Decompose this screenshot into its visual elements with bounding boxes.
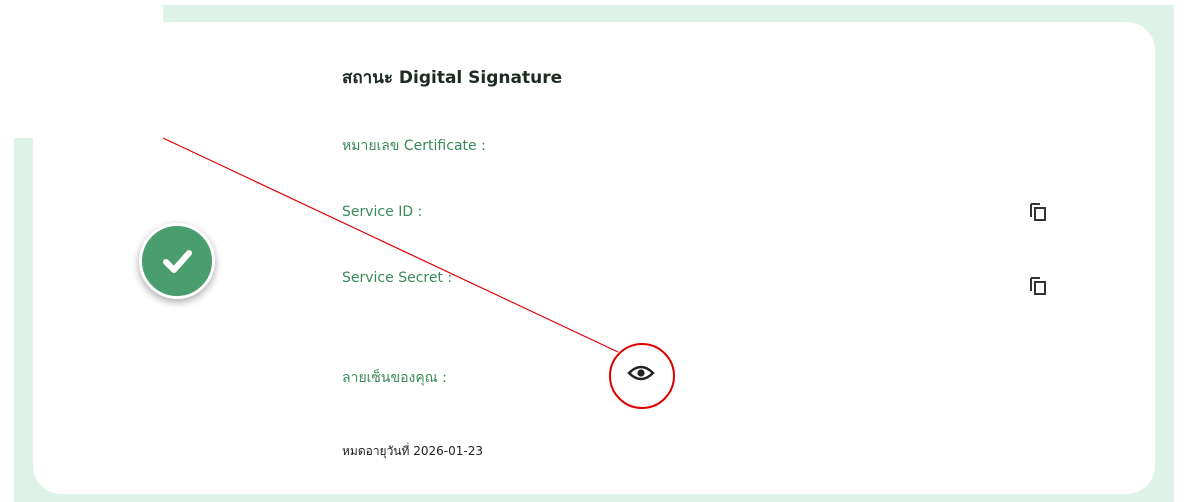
signature-label: ลายเซ็นของคุณ : [342,370,447,386]
expiry-date: หมดอายุวันที่ 2026-01-23 [342,444,483,458]
view-signature-button[interactable] [626,361,656,385]
cropped-region [0,0,163,138]
card-title: สถานะ Digital Signature [342,68,563,88]
copy-icon [1030,277,1046,295]
service-secret-label: Service Secret : [342,270,453,286]
service-id-label: Service ID : [342,204,423,220]
copy-service-secret-button[interactable] [1029,276,1047,296]
check-icon [163,250,192,273]
screen: สถานะ Digital Signature หมายเลข Certific… [0,0,1188,502]
certificate-number-label: หมายเลข Certificate : [342,138,486,154]
eye-icon [627,365,655,381]
top-margin [14,0,1188,5]
status-check-badge [139,223,215,299]
copy-service-id-button[interactable] [1029,202,1047,222]
copy-icon [1030,203,1046,221]
